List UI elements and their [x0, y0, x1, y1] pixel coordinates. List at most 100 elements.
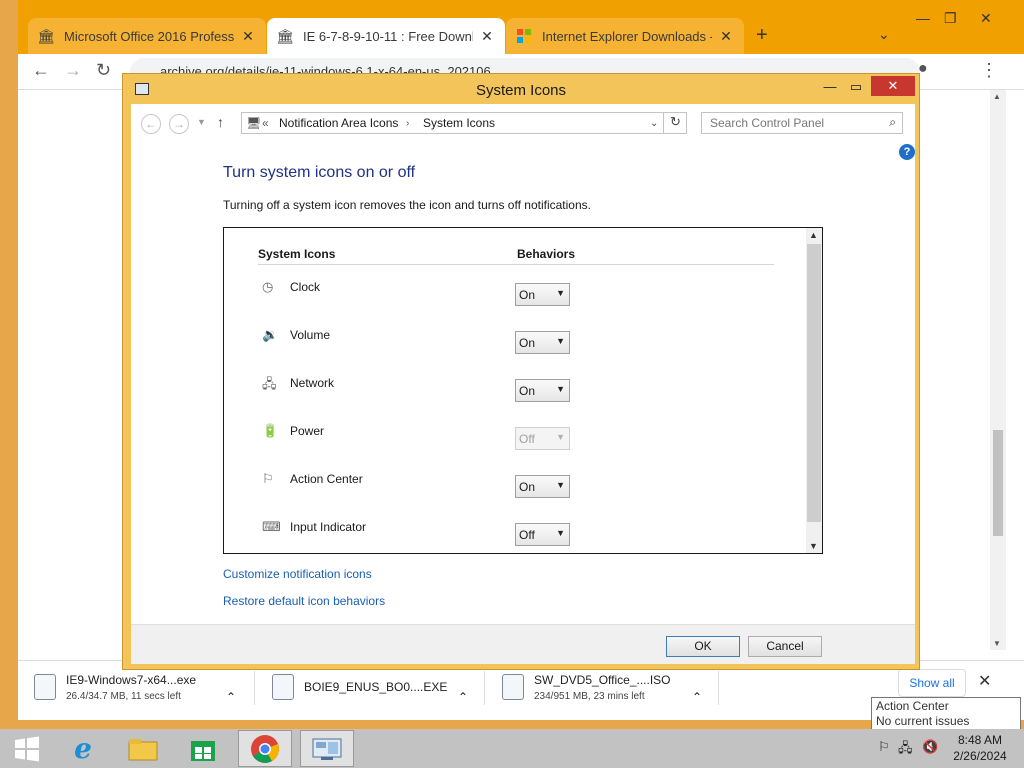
action-center-flag-icon[interactable]: ⚐: [878, 739, 890, 755]
scroll-up-icon[interactable]: ▲: [809, 230, 818, 240]
minimize-icon[interactable]: —: [916, 10, 930, 26]
tab-title: Microsoft Office 2016 Profession: [64, 28, 234, 44]
control-panel-button[interactable]: [300, 730, 354, 767]
internet-explorer-button[interactable]: e: [56, 730, 110, 767]
tab-title: Internet Explorer Downloads - M: [542, 28, 712, 44]
dialog-title: System Icons: [475, 82, 567, 99]
archive-icon: 🏛: [37, 27, 55, 44]
chevron-up-icon[interactable]: ⌃: [226, 677, 236, 717]
file-icon: [34, 674, 56, 700]
breadcrumb-overflow[interactable]: «: [262, 116, 269, 130]
up-level-icon[interactable]: ↑: [217, 114, 224, 130]
behavior-dropdown[interactable]: On ▼: [515, 475, 570, 498]
scroll-down-icon[interactable]: ▼: [809, 541, 818, 551]
download-status: 26.4/34.7 MB, 11 secs left: [66, 690, 181, 702]
maximize-icon[interactable]: ❐: [944, 10, 957, 27]
search-placeholder: Search Control Panel: [710, 116, 825, 130]
breadcrumb-item[interactable]: Notification Area Icons: [279, 116, 398, 130]
scroll-thumb[interactable]: [993, 430, 1003, 536]
download-item[interactable]: IE9-Windows7-x64...exe 26.4/34.7 MB, 11 …: [34, 667, 234, 707]
download-item[interactable]: SW_DVD5_Office_....ISO 234/951 MB, 23 mi…: [502, 667, 702, 707]
tab-title: IE 6-7-8-9-10-11 : Free Download: [303, 28, 473, 44]
tab-strip: 🏛 Microsoft Office 2016 Profession ✕ 🏛 I…: [18, 0, 1024, 54]
clock-time: 8:48 AM: [957, 733, 1003, 747]
back-icon[interactable]: ←: [141, 114, 161, 134]
behavior-dropdown[interactable]: On ▼: [515, 331, 570, 354]
file-explorer-button[interactable]: [116, 730, 170, 767]
start-button[interactable]: [0, 730, 54, 767]
close-tab-icon[interactable]: ✕: [479, 28, 495, 45]
reload-icon[interactable]: ↻: [96, 60, 111, 81]
browser-tab[interactable]: Internet Explorer Downloads - M ✕: [506, 18, 744, 54]
page-scrollbar[interactable]: ▲ ▼: [990, 90, 1006, 650]
cancel-button[interactable]: Cancel: [748, 636, 822, 657]
internet-explorer-icon: e: [74, 732, 92, 765]
maximize-icon[interactable]: ▭: [845, 77, 867, 97]
search-input[interactable]: Search Control Panel ⌕: [701, 112, 903, 134]
chevron-down-icon: ▼: [556, 480, 565, 490]
list-item: 🔋 Power Off ▼: [258, 422, 778, 450]
download-item[interactable]: BOIE9_ENUS_BO0....EXE: [272, 667, 472, 707]
close-window-icon[interactable]: ✕: [980, 10, 992, 27]
volume-muted-icon[interactable]: 🔇: [922, 739, 938, 755]
behavior-dropdown[interactable]: On ▼: [515, 379, 570, 402]
chevron-up-icon[interactable]: ⌃: [692, 677, 702, 717]
behavior-dropdown[interactable]: Off ▼: [515, 523, 570, 546]
menu-icon[interactable]: ⋮: [980, 60, 998, 81]
keyboard-icon: ⌨: [262, 519, 281, 534]
help-icon[interactable]: ?: [899, 144, 915, 160]
breadcrumb[interactable]: 🖥 « Notification Area Icons › System Ico…: [241, 112, 687, 134]
store-button[interactable]: [176, 730, 230, 767]
browser-tab[interactable]: 🏛 Microsoft Office 2016 Profession ✕: [28, 18, 266, 54]
list-item: ◷ Clock On ▼: [258, 278, 778, 306]
forward-icon[interactable]: →: [169, 114, 189, 134]
ok-button[interactable]: OK: [666, 636, 740, 657]
tab-search-icon[interactable]: ⌄: [878, 26, 890, 43]
chrome-button[interactable]: [238, 730, 292, 767]
restore-defaults-link[interactable]: Restore default icon behaviors: [223, 594, 385, 608]
scroll-down-icon[interactable]: ▼: [993, 639, 1001, 648]
file-icon: [502, 674, 524, 700]
new-tab-button[interactable]: +: [756, 24, 768, 47]
chevron-up-icon[interactable]: ⌃: [458, 677, 468, 717]
breadcrumb-separator-icon[interactable]: ›: [406, 118, 409, 129]
network-icon[interactable]: 🖧: [898, 739, 913, 761]
list-item: ⌨ Input Indicator Off ▼: [258, 518, 778, 546]
tooltip-title: Action Center: [876, 699, 949, 713]
close-shelf-icon[interactable]: ✕: [978, 671, 991, 691]
behavior-dropdown[interactable]: On ▼: [515, 283, 570, 306]
divider: [258, 264, 774, 265]
computer-icon: 🖥: [246, 116, 262, 130]
row-label: Power: [290, 424, 325, 438]
chevron-down-icon: ▼: [556, 288, 565, 298]
breadcrumb-item[interactable]: System Icons: [423, 116, 495, 130]
close-dialog-button[interactable]: ✕: [871, 76, 915, 96]
chevron-down-icon: ▼: [556, 528, 565, 538]
dialog-titlebar[interactable]: System Icons — ▭ ✕: [123, 74, 919, 104]
column-header-behaviors: Behaviors: [517, 247, 576, 261]
chevron-down-icon[interactable]: ⌄: [650, 118, 658, 129]
back-icon[interactable]: ←: [32, 60, 50, 81]
browser-tab-active[interactable]: 🏛 IE 6-7-8-9-10-11 : Free Download ✕: [267, 18, 505, 54]
dropdown-value: On: [519, 336, 536, 350]
divider: [718, 671, 719, 705]
minimize-icon[interactable]: —: [819, 77, 841, 97]
network-icon: 🖧: [262, 376, 277, 391]
list-item: 🔉 Volume On ▼: [258, 326, 778, 354]
customize-notification-icons-link[interactable]: Customize notification icons: [223, 567, 372, 581]
system-icons-list: System Icons Behaviors ◷ Clock On ▼ 🔉 Vol…: [223, 227, 823, 554]
row-label: Network: [290, 376, 335, 390]
refresh-icon[interactable]: ↻: [663, 112, 687, 134]
show-all-button[interactable]: Show all: [898, 669, 966, 697]
close-tab-icon[interactable]: ✕: [718, 28, 734, 45]
scroll-up-icon[interactable]: ▲: [993, 92, 1001, 101]
clock[interactable]: 8:48 AM 2/26/2024: [948, 732, 1012, 764]
list-scrollbar[interactable]: ▲ ▼: [806, 228, 822, 553]
chevron-down-icon: ▼: [556, 384, 565, 394]
forward-icon[interactable]: →: [64, 60, 82, 81]
archive-icon: 🏛: [276, 27, 294, 44]
search-icon[interactable]: ⌕: [889, 115, 896, 130]
close-tab-icon[interactable]: ✕: [240, 28, 256, 45]
scroll-thumb[interactable]: [807, 244, 821, 522]
recent-pages-icon[interactable]: ▼: [197, 117, 206, 127]
